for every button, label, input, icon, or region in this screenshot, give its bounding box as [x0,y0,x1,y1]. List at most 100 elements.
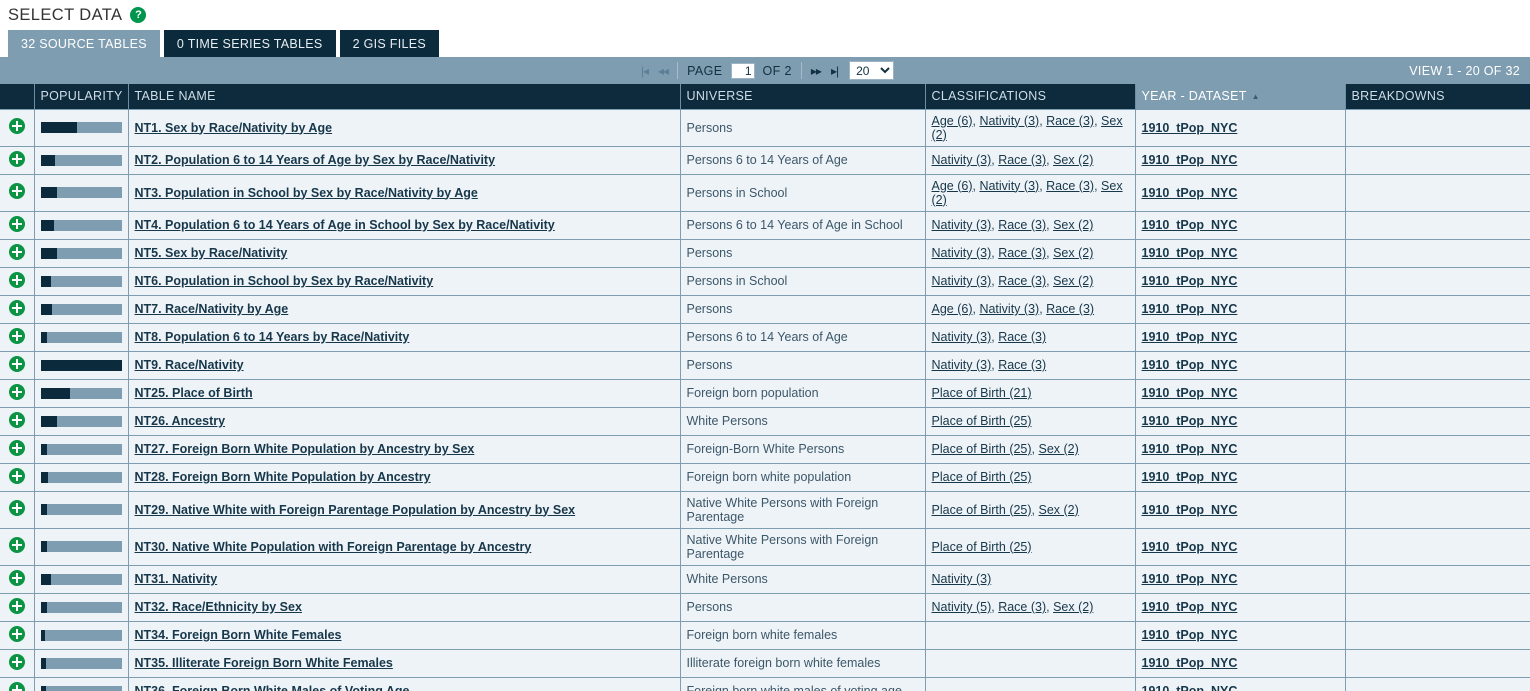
table-name-link[interactable]: NT1. Sex by Race/Nativity by Age [135,121,333,135]
column-year-dataset[interactable]: YEAR - DATASET ▲ [1134,84,1345,109]
classification-link[interactable]: Nativity (3) [979,302,1039,316]
classification-link[interactable]: Sex (2) [1053,246,1093,260]
column-table-name[interactable]: TABLE NAME [127,84,680,109]
table-name-link[interactable]: NT3. Population in School by Sex by Race… [135,186,478,200]
table-name-link[interactable]: NT35. Illiterate Foreign Born White Fema… [135,656,393,670]
plus-circle-icon[interactable] [8,467,25,484]
first-page-button[interactable]: |◂ [636,64,653,78]
dataset-link[interactable]: 1910_tPop_NYC [1142,218,1238,232]
classification-link[interactable]: Sex (2) [1053,274,1093,288]
classification-link[interactable]: Nativity (3) [932,218,992,232]
plus-circle-icon[interactable] [8,537,25,553]
plus-circle-icon[interactable] [8,500,25,516]
plus-circle-icon[interactable] [8,681,25,691]
classification-link[interactable]: Race (3) [998,358,1046,372]
classification-link[interactable]: Race (3) [998,246,1046,260]
table-name-link[interactable]: NT30. Native White Population with Forei… [135,540,532,554]
classification-link[interactable]: Race (3) [1046,114,1094,128]
table-name-link[interactable]: NT31. Nativity [135,572,218,586]
dataset-link[interactable]: 1910_tPop_NYC [1142,153,1238,167]
dataset-link[interactable]: 1910_tPop_NYC [1142,246,1238,260]
dataset-link[interactable]: 1910_tPop_NYC [1142,600,1238,614]
plus-circle-icon[interactable] [8,383,25,400]
table-name-link[interactable]: NT8. Population 6 to 14 Years by Race/Na… [135,330,410,344]
page-size-select[interactable]: 2050100 [849,61,895,80]
classification-link[interactable]: Age (6) [932,302,973,316]
classification-link[interactable]: Sex (2) [1053,218,1093,232]
table-name-link[interactable]: NT28. Foreign Born White Population by A… [135,470,431,484]
dataset-link[interactable]: 1910_tPop_NYC [1142,656,1238,670]
classification-link[interactable]: Nativity (3) [979,114,1039,128]
table-name-link[interactable]: NT29. Native White with Foreign Parentag… [135,503,576,517]
classification-link[interactable]: Nativity (3) [932,330,992,344]
table-name-link[interactable]: NT36. Foreign Born White Males of Voting… [135,684,410,691]
dataset-link[interactable]: 1910_tPop_NYC [1142,121,1238,135]
dataset-link[interactable]: 1910_tPop_NYC [1142,470,1238,484]
dataset-link[interactable]: 1910_tPop_NYC [1142,628,1238,642]
dataset-link[interactable]: 1910_tPop_NYC [1142,330,1238,344]
column-classifications[interactable]: CLASSIFICATIONS [924,84,1135,109]
classification-link[interactable]: Race (3) [998,218,1046,232]
classification-link[interactable]: Place of Birth (25) [932,414,1032,428]
plus-circle-icon[interactable] [8,243,25,260]
classification-link[interactable]: Nativity (3) [979,179,1039,193]
dataset-link[interactable]: 1910_tPop_NYC [1142,358,1238,372]
classification-link[interactable]: Place of Birth (25) [932,442,1032,456]
classification-link[interactable]: Age (6) [932,114,973,128]
classification-link[interactable]: Nativity (5) [932,600,992,614]
last-page-button[interactable]: ▸| [826,64,843,78]
plus-circle-icon[interactable] [8,355,25,372]
classification-link[interactable]: Nativity (3) [932,358,992,372]
table-name-link[interactable]: NT6. Population in School by Sex by Race… [135,274,434,288]
classification-link[interactable]: Sex (2) [1053,600,1093,614]
plus-circle-icon[interactable] [8,625,25,642]
table-name-link[interactable]: NT27. Foreign Born White Population by A… [135,442,475,456]
help-circle-icon[interactable]: ? [130,7,147,23]
classification-link[interactable]: Race (3) [998,600,1046,614]
table-name-link[interactable]: NT2. Population 6 to 14 Years of Age by … [135,153,496,167]
table-name-link[interactable]: NT26. Ancestry [135,414,226,428]
plus-circle-icon[interactable] [8,653,25,670]
table-name-link[interactable]: NT9. Race/Nativity [135,358,244,372]
classification-link[interactable]: Nativity (3) [932,246,992,260]
plus-circle-icon[interactable] [8,215,25,232]
column-breakdowns[interactable]: BREAKDOWNS [1344,84,1530,109]
dataset-link[interactable]: 1910_tPop_NYC [1142,503,1238,517]
prev-page-button[interactable]: ◂◂ [653,64,673,78]
plus-circle-icon[interactable] [8,150,25,167]
plus-circle-icon[interactable] [8,569,25,586]
classification-link[interactable]: Place of Birth (25) [932,503,1032,517]
classification-link[interactable]: Race (3) [998,153,1046,167]
next-page-button[interactable]: ▸▸ [806,64,826,78]
classification-link[interactable]: Race (3) [1046,179,1094,193]
dataset-link[interactable]: 1910_tPop_NYC [1142,186,1238,200]
table-name-link[interactable]: NT32. Race/Ethnicity by Sex [135,600,302,614]
column-popularity[interactable]: POPULARITY [33,84,128,109]
dataset-link[interactable]: 1910_tPop_NYC [1142,540,1238,554]
classification-link[interactable]: Nativity (3) [932,572,992,586]
dataset-link[interactable]: 1910_tPop_NYC [1142,572,1238,586]
plus-circle-icon[interactable] [8,299,25,316]
page-number-input[interactable] [730,62,755,79]
plus-circle-icon[interactable] [8,327,25,344]
dataset-link[interactable]: 1910_tPop_NYC [1142,302,1238,316]
tab-gis-files[interactable]: 2 GIS FILES [339,30,440,57]
plus-circle-icon[interactable] [8,271,25,288]
classification-link[interactable]: Place of Birth (25) [932,540,1032,554]
dataset-link[interactable]: 1910_tPop_NYC [1142,442,1238,456]
classification-link[interactable]: Race (3) [1046,302,1094,316]
table-name-link[interactable]: NT5. Sex by Race/Nativity [135,246,288,260]
tab-source-tables[interactable]: 32 SOURCE TABLES [8,30,160,57]
tab-time-series-tables[interactable]: 0 TIME SERIES TABLES [163,30,336,57]
table-name-link[interactable]: NT4. Population 6 to 14 Years of Age in … [135,218,555,232]
classification-link[interactable]: Age (6) [932,179,973,193]
column-add[interactable] [0,84,34,109]
dataset-link[interactable]: 1910_tPop_NYC [1142,386,1238,400]
classification-link[interactable]: Sex (2) [1039,503,1079,517]
plus-circle-icon[interactable] [8,118,25,134]
plus-circle-icon[interactable] [8,411,25,428]
classification-link[interactable]: Nativity (3) [932,274,992,288]
table-name-link[interactable]: NT7. Race/Nativity by Age [135,302,289,316]
classification-link[interactable]: Race (3) [998,274,1046,288]
classification-link[interactable]: Race (3) [998,330,1046,344]
